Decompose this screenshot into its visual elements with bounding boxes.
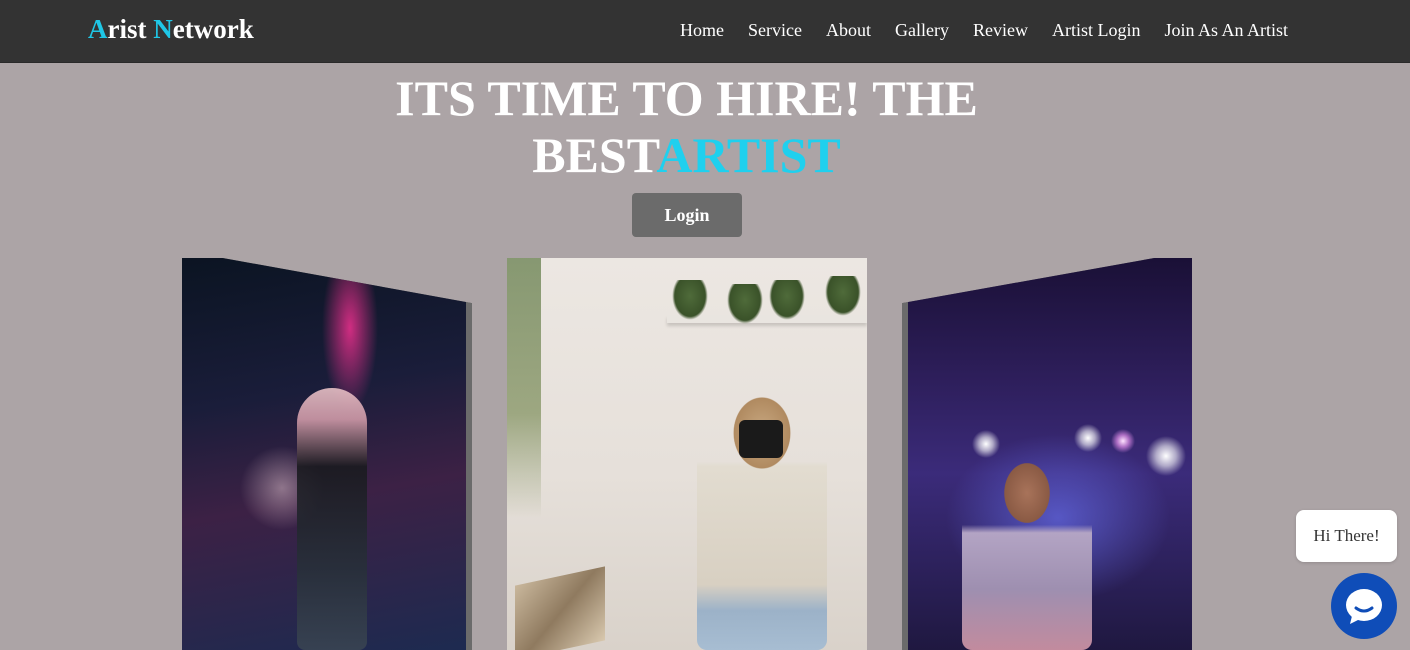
painting-canvas [515, 566, 605, 650]
nav-join-as-artist[interactable]: Join As An Artist [1164, 20, 1288, 41]
brand-logo[interactable]: Arist Network [88, 14, 254, 45]
vine-plant [507, 258, 541, 518]
card-edge [466, 258, 472, 650]
brand-word-rest: rist [107, 14, 154, 44]
brand-initial-a: A [88, 14, 108, 44]
chat-bubble-icon [1346, 589, 1382, 624]
nav-artist-login[interactable]: Artist Login [1052, 20, 1141, 41]
potted-plant [672, 280, 708, 320]
nav-menu: Home Service About Gallery Review Artist… [680, 20, 1288, 41]
login-button[interactable]: Login [632, 193, 742, 237]
potted-plant [825, 276, 861, 316]
potted-plant [727, 284, 763, 324]
gallery-card-left[interactable] [182, 258, 472, 650]
nav-about[interactable]: About [826, 20, 871, 41]
chat-open-button[interactable] [1331, 573, 1397, 639]
nav-home[interactable]: Home [680, 20, 724, 41]
gallery-card-right[interactable] [902, 258, 1192, 650]
camera-icon [739, 420, 783, 458]
hero-title-line1: ITS TIME TO HIRE! THE [395, 70, 978, 126]
nav-service[interactable]: Service [748, 20, 802, 41]
potted-plant [769, 280, 805, 320]
brand-word-network-rest: etwork [172, 14, 254, 44]
hero-title: ITS TIME TO HIRE! THE BESTARTIST [0, 70, 1373, 184]
card-edge [902, 258, 908, 650]
hero-title-artist: ARTIST [656, 127, 841, 183]
model-figure [297, 388, 367, 650]
singer-figure [962, 448, 1092, 650]
nav-gallery[interactable]: Gallery [895, 20, 949, 41]
navbar: Arist Network Home Service About Gallery… [0, 0, 1410, 63]
gallery-card-center[interactable] [507, 258, 867, 650]
brand-initial-n: N [153, 14, 173, 44]
hero-title-best: BEST [532, 127, 657, 183]
chat-greeting-bubble[interactable]: Hi There! [1296, 510, 1397, 562]
nav-review[interactable]: Review [973, 20, 1028, 41]
